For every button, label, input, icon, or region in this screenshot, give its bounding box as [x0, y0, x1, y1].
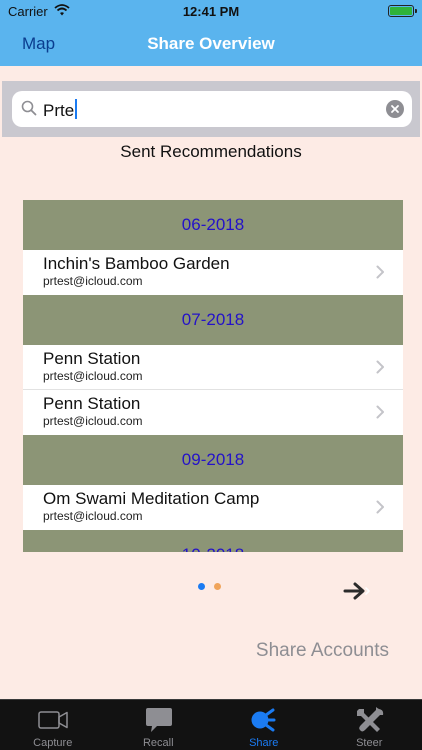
tab-recall[interactable]: Recall	[106, 700, 212, 750]
list-item[interactable]: Om Swami Meditation Camp prtest@icloud.c…	[23, 485, 403, 530]
page-dot[interactable]	[214, 583, 221, 590]
battery-icon	[388, 5, 417, 17]
share-accounts-button[interactable]: Share Accounts	[256, 640, 389, 662]
list-item[interactable]: Inchin's Bamboo Garden prtest@icloud.com	[23, 250, 403, 295]
group-header: 10-2018	[23, 530, 403, 552]
tab-label: Share	[249, 737, 279, 749]
tab-steer[interactable]: Steer	[317, 700, 422, 750]
item-name: Penn Station	[43, 394, 141, 413]
tab-label: Capture	[33, 737, 73, 749]
item-email: prtest@icloud.com	[43, 509, 143, 523]
page-dot-active[interactable]	[198, 583, 205, 590]
item-name: Om Swami Meditation Camp	[43, 489, 260, 508]
chevron-right-icon	[376, 405, 384, 419]
chevron-right-icon	[376, 265, 384, 279]
clock: 12:41 PM	[182, 4, 240, 19]
recommendations-list[interactable]: 06-2018 Inchin's Bamboo Garden prtest@ic…	[23, 200, 403, 552]
group-header: 09-2018	[23, 435, 403, 485]
item-name: Penn Station	[43, 349, 141, 368]
section-title: Sent Recommendations	[120, 142, 302, 161]
share-icon	[251, 708, 276, 732]
item-email: prtest@icloud.com	[43, 369, 143, 383]
group-header: 07-2018	[23, 295, 403, 345]
page-indicator[interactable]	[198, 583, 228, 591]
tab-share[interactable]: Share	[211, 700, 317, 750]
chevron-right-icon	[376, 360, 384, 374]
search-icon	[21, 100, 37, 116]
tab-capture[interactable]: Capture	[0, 700, 106, 750]
page-title: Share Overview	[147, 34, 275, 53]
list-item[interactable]: Penn Station prtest@icloud.com	[23, 390, 403, 435]
list-item[interactable]: Penn Station prtest@icloud.com	[23, 345, 403, 390]
tab-label: Recall	[142, 737, 174, 749]
search-input[interactable]: Prte	[12, 91, 412, 127]
item-email: prtest@icloud.com	[43, 274, 143, 288]
tab-bar: Capture Recall Share Steer	[0, 699, 422, 750]
video-camera-icon	[38, 711, 68, 729]
item-name: Inchin's Bamboo Garden	[43, 254, 230, 273]
search-value: Prte	[43, 99, 78, 121]
speech-bubble-icon	[145, 708, 172, 732]
status-bar: Carrier 12:41 PM	[0, 0, 422, 22]
search-bar: Prte	[2, 81, 420, 137]
tools-icon	[356, 707, 383, 732]
tab-label: Steer	[356, 737, 383, 749]
chevron-right-icon	[376, 500, 384, 514]
clear-search-icon[interactable]	[386, 100, 404, 118]
group-header: 06-2018	[23, 200, 403, 250]
arrow-right-icon[interactable]	[343, 580, 373, 602]
text-caret	[75, 99, 78, 119]
item-email: prtest@icloud.com	[43, 414, 143, 428]
navigation-bar: Map Share Overview	[0, 22, 422, 66]
